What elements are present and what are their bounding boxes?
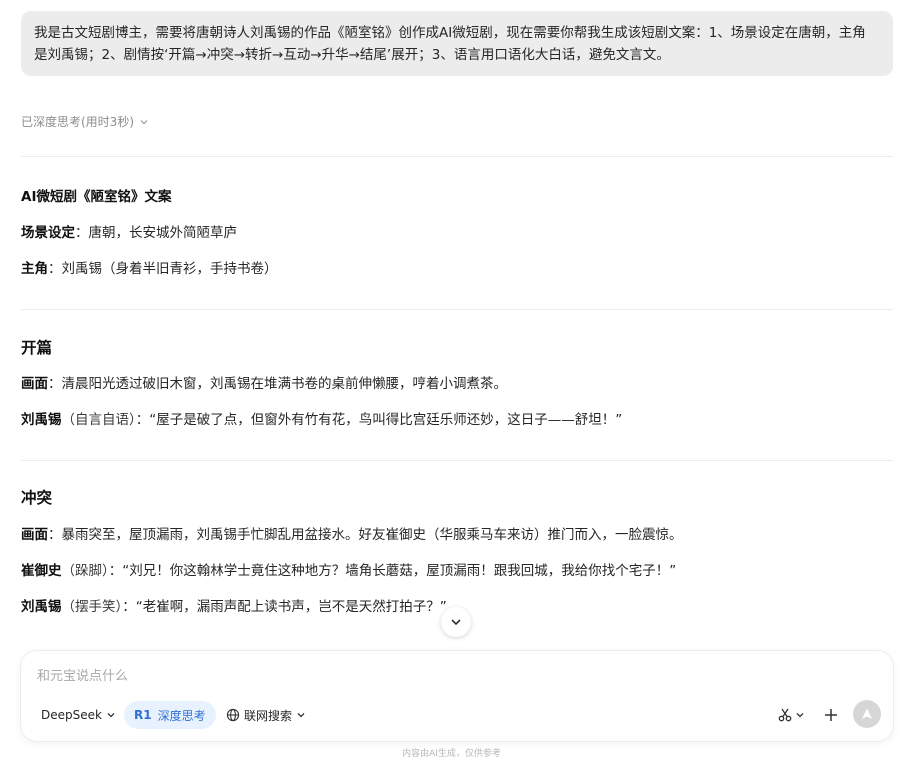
line-text: ：清晨阳光透过破旧木窗，刘禹锡在堆满书卷的桌前伸懒腰，哼着小调煮茶。 bbox=[48, 376, 507, 392]
lead-line: 主角：刘禹锡（身着半旧青衫，手持书卷） bbox=[21, 259, 278, 279]
script-line: 刘禹锡（摆手笑）：“老崔啊，漏雨声配上读书声，岂不是天然打拍子？” bbox=[21, 597, 447, 617]
deep-think-toggle[interactable]: R1 深度思考 bbox=[124, 701, 216, 729]
plus-icon bbox=[825, 709, 837, 721]
add-attachment-button[interactable] bbox=[819, 703, 843, 727]
script-line: 崔御史（跺脚）：“刘兄！你这翰林学士竟住这种地方？墙角长蘑菇，屋顶漏雨！跟我回城… bbox=[21, 561, 676, 581]
line-text: ：暴雨突至，屋顶漏雨，刘禹锡手忙脚乱用盆接水。好友崔御史（华服乘马车来访）推门而… bbox=[48, 527, 683, 543]
lead-text: ：刘禹锡（身着半旧青衫，手持书卷） bbox=[48, 261, 278, 277]
chevron-down-icon bbox=[297, 713, 305, 718]
send-icon bbox=[862, 708, 872, 719]
line-text: ：“老崔啊，漏雨声配上读书声，岂不是天然打拍子？” bbox=[122, 599, 447, 615]
setting-line: 场景设定：唐朝，长安城外简陋草庐 bbox=[21, 223, 237, 243]
line-text: ：“屋子是破了点，但窗外有竹有花，鸟叫得比宫廷乐师还妙，这日子——舒坦！” bbox=[135, 412, 623, 428]
script-line: 画面：暴雨突至，屋顶漏雨，刘禹锡手忙脚乱用盆接水。好友崔御史（华服乘马车来访）推… bbox=[21, 525, 683, 545]
thinking-toggle[interactable]: 已深度思考(用时3秒) bbox=[21, 113, 150, 130]
lead-label: 主角 bbox=[21, 261, 48, 277]
section-heading: 冲突 bbox=[21, 489, 53, 507]
script-line: 画面：清晨阳光透过破旧木窗，刘禹锡在堆满书卷的桌前伸懒腰，哼着小调煮茶。 bbox=[21, 374, 507, 394]
composer: 和元宝说点什么 DeepSeek R1 深度思考 联网搜索 bbox=[21, 651, 893, 741]
chevron-down-icon bbox=[140, 119, 148, 124]
globe-icon bbox=[226, 708, 240, 722]
r1-badge: R1 bbox=[134, 708, 152, 722]
deep-think-label: 深度思考 bbox=[157, 708, 206, 723]
speaker: 崔御史 bbox=[21, 563, 62, 579]
chevron-down-icon bbox=[107, 713, 115, 718]
web-search-label: 联网搜索 bbox=[244, 708, 293, 723]
setting-text: ：唐朝，长安城外简陋草庐 bbox=[75, 225, 237, 241]
scroll-to-bottom-button[interactable] bbox=[441, 607, 471, 637]
stage-direction: （跺脚） bbox=[61, 563, 109, 579]
user-message-bubble: 我是古文短剧博主，需要将唐朝诗人刘禹锡的作品《陋室铭》创作成AI微短剧，现在需要… bbox=[21, 11, 893, 76]
speaker: 画面 bbox=[21, 527, 48, 543]
footer-disclaimer: 内容由AI生成，仅供参考 bbox=[402, 749, 501, 759]
speaker: 刘禹锡 bbox=[21, 599, 62, 615]
divider bbox=[21, 460, 893, 461]
thinking-label: 已深度思考(用时3秒) bbox=[21, 115, 134, 129]
model-selector[interactable]: DeepSeek bbox=[41, 701, 116, 729]
model-label: DeepSeek bbox=[41, 708, 102, 722]
section-heading: 开篇 bbox=[21, 339, 53, 357]
tool-menu-toggle[interactable] bbox=[793, 703, 807, 727]
user-message-text: 我是古文短剧博主，需要将唐朝诗人刘禹锡的作品《陋室铭》创作成AI微短剧，现在需要… bbox=[34, 25, 866, 63]
speaker: 刘禹锡 bbox=[21, 412, 62, 428]
stage-direction: （摆手笑） bbox=[61, 599, 123, 615]
speaker: 画面 bbox=[21, 376, 48, 392]
answer-title: AI微短剧《陋室铭》文案 bbox=[21, 189, 172, 205]
setting-label: 场景设定 bbox=[21, 225, 75, 241]
chevron-down-icon bbox=[451, 619, 461, 625]
web-search-toggle[interactable]: 联网搜索 bbox=[226, 701, 306, 729]
chevron-down-icon bbox=[796, 713, 804, 718]
scissors-icon bbox=[778, 708, 792, 722]
send-button[interactable] bbox=[853, 700, 881, 728]
divider bbox=[21, 309, 893, 310]
message-input[interactable]: 和元宝说点什么 bbox=[37, 665, 128, 684]
script-line: 刘禹锡（自言自语）：“屋子是破了点，但窗外有竹有花，鸟叫得比宫廷乐师还妙，这日子… bbox=[21, 410, 622, 430]
line-text: ：“刘兄！你这翰林学士竟住这种地方？墙角长蘑菇，屋顶漏雨！跟我回城，我给你找个宅… bbox=[108, 563, 677, 579]
stage-direction: （自言自语） bbox=[61, 412, 136, 428]
divider bbox=[21, 156, 893, 157]
